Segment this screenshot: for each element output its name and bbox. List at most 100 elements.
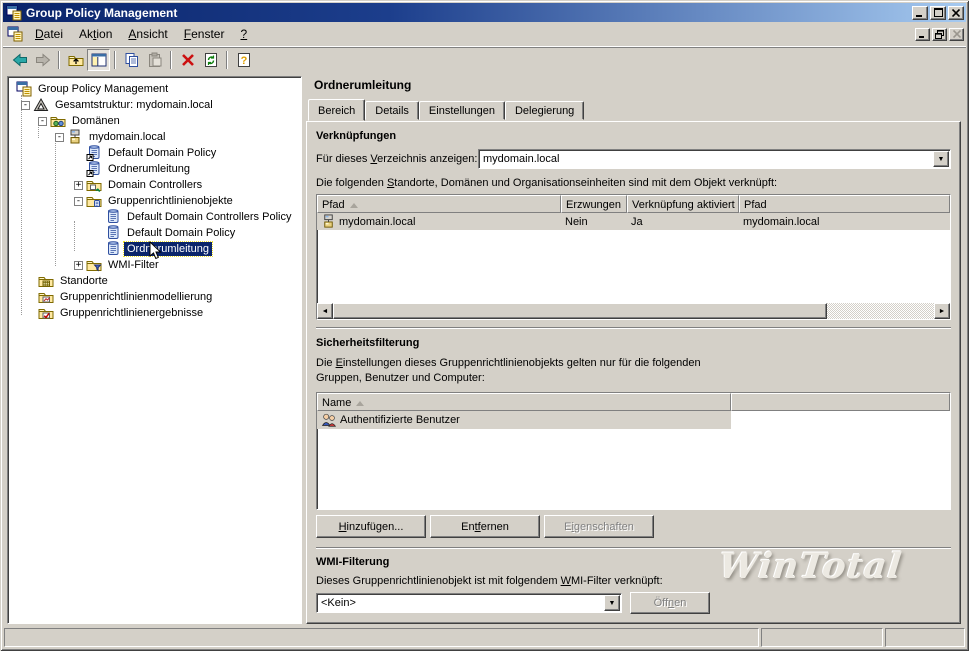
- expand-toggle[interactable]: +: [74, 260, 83, 270]
- gpo-icon: [105, 225, 121, 241]
- menu-hilfe[interactable]: ?: [232, 24, 255, 44]
- wmi-folder-icon: [86, 257, 102, 273]
- maximize-button[interactable]: [930, 5, 946, 20]
- table-row[interactable]: Authentifizierte Benutzer: [317, 411, 950, 429]
- up-one-level-button[interactable]: [64, 49, 87, 71]
- display-location-combobox[interactable]: mydomain.local ▼: [478, 149, 951, 169]
- show-console-tree-button[interactable]: [87, 48, 110, 71]
- close-button[interactable]: [948, 5, 964, 20]
- column-header-pfad[interactable]: Pfad: [317, 195, 561, 213]
- tree-item-ergebnisse[interactable]: Gruppenrichtlinienergebnisse: [12, 305, 299, 321]
- minimize-button[interactable]: [912, 5, 928, 20]
- domain-icon: [67, 129, 83, 145]
- mdi-minimize-button[interactable]: [915, 27, 930, 41]
- section-divider: [316, 327, 951, 329]
- gpmc-icon: [16, 81, 32, 97]
- tab-bereich[interactable]: Bereich: [308, 99, 366, 121]
- gpmc-window: Group Policy Management Datei Aktion Ans…: [0, 0, 969, 651]
- console-child-icon: [7, 26, 23, 42]
- collapse-toggle[interactable]: -: [55, 132, 64, 142]
- help-icon: ?: [237, 52, 250, 67]
- table-row[interactable]: mydomain.local Nein Ja mydomain.local: [317, 213, 950, 230]
- paste-icon: [148, 52, 161, 67]
- menu-fenster[interactable]: Fenster: [176, 24, 233, 44]
- column-header-verknuepfung-aktiviert[interactable]: Verknüpfung aktiviert: [627, 195, 739, 213]
- add-button[interactable]: Hinzufügen...: [316, 515, 426, 538]
- column-header-pfad2[interactable]: Pfad: [739, 195, 950, 213]
- tab-details[interactable]: Details: [365, 101, 419, 120]
- menu-bar: Datei Aktion Ansicht Fenster ?: [3, 22, 966, 46]
- tab-delegierung[interactable]: Delegierung: [504, 101, 585, 120]
- tree-item-domain-controllers[interactable]: + Domain Controllers: [12, 177, 299, 193]
- links-table-header: Pfad Erzwungen Verknüpfung aktiviert Pfa…: [317, 195, 950, 213]
- status-cell: [4, 628, 759, 647]
- tree-item-modellierung[interactable]: Gruppenrichtlinienmodellierung: [12, 289, 299, 305]
- status-bar: [4, 628, 965, 647]
- gpo-link-icon: [86, 145, 102, 161]
- tree-item-default-domain-policy[interactable]: Default Domain Policy: [12, 225, 299, 241]
- console-tree-panel: Group Policy Management - Gesamtstruktur…: [7, 76, 302, 624]
- title-bar[interactable]: Group Policy Management: [3, 3, 966, 22]
- tree-item-wmi-filter[interactable]: + WMI-Filter: [12, 257, 299, 273]
- tree-item-gpo-container[interactable]: - Gruppenrichtlinienobjekte: [12, 193, 299, 209]
- remove-button[interactable]: Entfernen: [430, 515, 540, 538]
- properties-button[interactable]: Eigenschaften: [544, 515, 654, 538]
- open-button[interactable]: Öffnen: [630, 592, 710, 614]
- security-table[interactable]: Name Authentifizierte Benutzer: [316, 392, 951, 510]
- up-folder-icon: [68, 52, 84, 68]
- collapse-toggle[interactable]: -: [74, 196, 83, 206]
- wmi-filter-combobox[interactable]: <Kein> ▼: [316, 593, 622, 613]
- expand-toggle[interactable]: +: [74, 180, 83, 190]
- ou-icon: [86, 177, 102, 193]
- scroll-left-icon[interactable]: ◄: [317, 303, 333, 319]
- back-button[interactable]: [8, 49, 31, 71]
- menu-ansicht[interactable]: Ansicht: [120, 24, 175, 44]
- chevron-down-icon[interactable]: ▼: [933, 151, 949, 167]
- gpo-title: Ordnerumleitung: [314, 78, 412, 92]
- collapse-toggle[interactable]: -: [21, 100, 30, 110]
- collapse-toggle[interactable]: -: [38, 116, 47, 126]
- column-header-name[interactable]: Name: [317, 393, 731, 411]
- security-heading: Sicherheitsfilterung: [316, 337, 420, 349]
- toolbar-separator: [58, 50, 60, 69]
- gpo-icon: [105, 241, 121, 257]
- paste-button[interactable]: [143, 49, 166, 71]
- menu-aktion[interactable]: Aktion: [71, 24, 120, 44]
- tree-item-ordnerumleitung-gpo[interactable]: Ordnerumleitung: [12, 241, 299, 257]
- modeling-folder-icon: [38, 289, 54, 305]
- users-icon: [321, 412, 337, 428]
- tree-item-standorte[interactable]: Standorte: [12, 273, 299, 289]
- scroll-right-icon[interactable]: ►: [934, 303, 950, 319]
- chevron-down-icon[interactable]: ▼: [604, 595, 620, 611]
- sites-folder-icon: [38, 273, 54, 289]
- toolbar-separator: [114, 50, 116, 69]
- links-table[interactable]: Pfad Erzwungen Verknüpfung aktiviert Pfa…: [316, 194, 951, 320]
- tree-item-domaenen[interactable]: - Domänen: [12, 113, 299, 129]
- wintotal-watermark: WinTotal: [716, 546, 905, 587]
- help-button[interactable]: ?: [232, 49, 255, 71]
- mdi-close-button[interactable]: [949, 27, 964, 41]
- delete-button[interactable]: [176, 49, 199, 71]
- column-header-erzwungen[interactable]: Erzwungen: [561, 195, 627, 213]
- mdi-restore-button[interactable]: [932, 27, 947, 41]
- copy-button[interactable]: [120, 49, 143, 71]
- tree-item-default-dc-policy[interactable]: Default Domain Controllers Policy: [12, 209, 299, 225]
- menu-datei[interactable]: Datei: [27, 24, 71, 44]
- gpo-icon: [105, 209, 121, 225]
- tree-item-mydomain[interactable]: - mydomain.local: [12, 129, 299, 145]
- security-table-header: Name: [317, 393, 950, 411]
- tree-item-forest[interactable]: - Gesamtstruktur: mydomain.local: [12, 97, 299, 113]
- forward-icon: [35, 52, 50, 67]
- horizontal-scrollbar[interactable]: ◄ ►: [317, 303, 950, 319]
- tree-item-default-domain-policy-link[interactable]: Default Domain Policy: [12, 145, 299, 161]
- sort-asc-icon: [349, 202, 358, 208]
- tree-item-ordnerumleitung-link[interactable]: Ordnerumleitung: [12, 161, 299, 177]
- tab-page-bereich: Verknüpfungen Für dieses Verzeichnis anz…: [306, 121, 961, 624]
- forward-button[interactable]: [31, 49, 54, 71]
- gpo-folder-icon: [86, 193, 102, 209]
- tree-item-root[interactable]: Group Policy Management: [12, 81, 299, 97]
- tab-einstellungen[interactable]: Einstellungen: [418, 101, 505, 120]
- column-header-blank[interactable]: [731, 393, 950, 411]
- scrollbar-thumb[interactable]: [333, 303, 827, 319]
- refresh-button[interactable]: [199, 49, 222, 71]
